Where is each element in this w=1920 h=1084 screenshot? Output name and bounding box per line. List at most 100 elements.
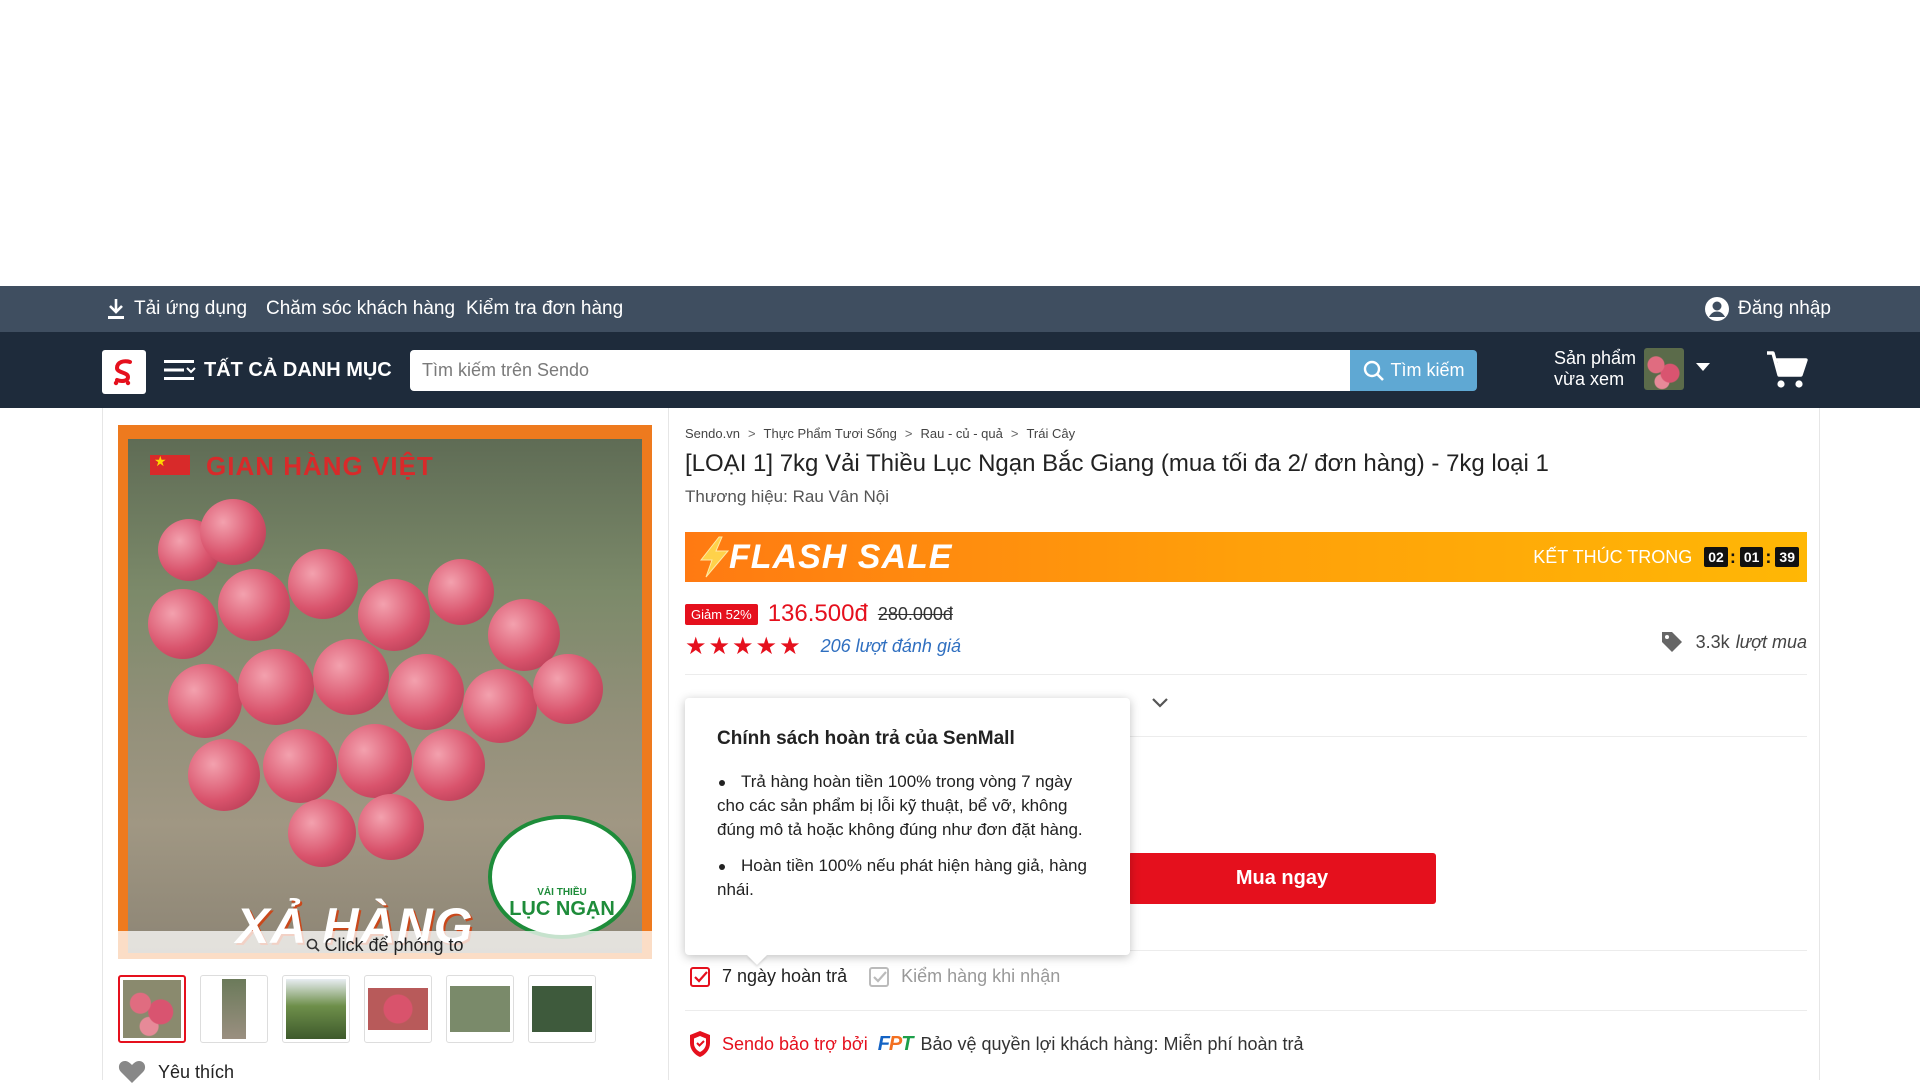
inspect-on-delivery-label: Kiểm hàng khi nhận: [901, 966, 1061, 986]
tooltip-title: Chính sách hoàn trả của SenMall: [717, 728, 1015, 749]
zoom-hint[interactable]: Click để phóng to: [118, 931, 652, 959]
flash-sale-label: FLASH SALE: [729, 538, 953, 576]
origin-seal: VẢI THIỀU LỤC NGẠN: [488, 815, 636, 939]
sold-unit: lượt mua: [1735, 631, 1807, 652]
rating-count-link[interactable]: 206 lượt đánh giá: [821, 636, 961, 657]
section-divider: [685, 1010, 1807, 1011]
thumbnail-2[interactable]: [200, 975, 268, 1043]
breadcrumb-separator: >: [904, 426, 913, 441]
countdown-colon: :: [1729, 546, 1736, 567]
policy-row: 7 ngày hoàn trả Kiểm hàng khi nhận: [690, 966, 1082, 987]
login-link[interactable]: Đăng nhập: [1704, 286, 1831, 332]
protection-row: Sendo bảo trợ bởi FPT Bảo vệ quyền lợi k…: [688, 1030, 1304, 1058]
all-categories-button[interactable]: TẤT CẢ DANH MỤC: [164, 348, 392, 392]
countdown-label: KẾT THÚC TRONG: [1533, 546, 1693, 567]
thumbnail-6[interactable]: [528, 975, 596, 1043]
countdown-colon: :: [1765, 546, 1772, 567]
discount-badge: Giảm 52%: [685, 603, 758, 625]
section-divider: [685, 674, 1807, 675]
checkbox-checked-icon: [690, 966, 710, 987]
recently-viewed-thumbnail[interactable]: [1644, 348, 1684, 390]
user-icon: [1705, 297, 1729, 321]
return-policy-tooltip: Chính sách hoàn trả của SenMall Trả hàng…: [685, 698, 1130, 955]
thumbnail-strip: [118, 975, 596, 1043]
checkbox-disabled-icon: [869, 966, 890, 987]
countdown-seconds: 39: [1775, 547, 1799, 567]
breadcrumb: Sendo.vn > Thực Phẩm Tươi Sống > Rau - c…: [685, 426, 1075, 441]
breadcrumb-item[interactable]: Trái Cây: [1026, 426, 1075, 441]
cart-icon[interactable]: [1766, 350, 1808, 395]
rating-row: ★★★★★ 206 lượt đánh giá: [685, 632, 961, 661]
thumbnail-3[interactable]: [282, 975, 350, 1043]
zoom-icon: [307, 938, 321, 952]
breadcrumb-item[interactable]: Thực Phẩm Tươi Sống: [764, 426, 897, 441]
lightning-icon: [699, 536, 730, 578]
download-app-label: Tải ứng dụng: [134, 298, 248, 319]
column-divider: [668, 408, 669, 1080]
sendo-logo-icon: [113, 359, 132, 386]
sold-number: 3.3k: [1695, 631, 1730, 652]
chevron-down-icon[interactable]: [1150, 696, 1170, 710]
customer-support-link[interactable]: Chăm sóc khách hàng: [266, 286, 455, 332]
product-title: [LOẠI 1] 7kg Vải Thiều Lục Ngạn Bắc Gian…: [685, 450, 1549, 477]
menu-icon: [164, 360, 196, 380]
product-main-image[interactable]: GIAN HÀNG VIỆT XẢ HÀNG VẢI THIỀU LỤC NGẠ…: [118, 425, 652, 959]
seal-line1: VẢI THIỀU: [537, 887, 587, 898]
sendo-logo[interactable]: [102, 350, 146, 394]
customer-support-label: Chăm sóc khách hàng: [266, 298, 456, 319]
fpt-logo: FPT: [877, 1032, 914, 1055]
search-button[interactable]: Tìm kiếm: [1350, 350, 1477, 391]
tooltip-item: Trả hàng hoàn tiền 100% trong vòng 7 ngà…: [717, 770, 1098, 842]
download-icon: [108, 299, 124, 319]
login-label: Đăng nhập: [1738, 298, 1831, 319]
recently-viewed-line2: vừa xem: [1554, 369, 1625, 389]
main-header: TẤT CẢ DANH MỤC Tìm kiếm Sản phẩm vừa xe…: [0, 332, 1920, 408]
tooltip-list: Trả hàng hoàn tiền 100% trong vòng 7 ngà…: [717, 770, 1098, 902]
price-row: Giảm 52% 136.500đ 280.000đ: [685, 600, 953, 628]
favorite-label: Yêu thích: [158, 1061, 235, 1082]
top-bar: Tải ứng dụng Chăm sóc khách hàng Kiểm tr…: [0, 286, 1920, 332]
flash-sale-banner: FLASH SALE KẾT THÚC TRONG 02 : 01 : 39: [685, 532, 1807, 582]
tag-icon: [1661, 632, 1682, 652]
sold-count: 3.3k lượt mua: [1660, 630, 1807, 654]
thumbnail-1[interactable]: [118, 975, 186, 1043]
vietnam-flag-icon: [150, 453, 190, 475]
countdown-hours: 02: [1704, 547, 1728, 567]
product-photo: GIAN HÀNG VIỆT XẢ HÀNG VẢI THIỀU LỤC NGẠ…: [128, 439, 642, 953]
sponsor-label: Sendo bảo trợ bởi: [722, 1033, 868, 1054]
favorite-button[interactable]: Yêu thích: [118, 1060, 234, 1084]
protection-text: Bảo vệ quyền lợi khách hàng: Miễn phí ho…: [920, 1033, 1304, 1054]
buy-now-label: Mua ngay: [1235, 867, 1329, 889]
tooltip-item: Hoàn tiền 100% nếu phát hiện hàng giả, h…: [717, 854, 1098, 902]
all-categories-label: TẤT CẢ DANH MỤC: [204, 358, 392, 381]
breadcrumb-separator: >: [747, 426, 756, 441]
chevron-down-icon[interactable]: [1696, 363, 1710, 371]
recently-viewed-label[interactable]: Sản phẩm vừa xem: [1554, 348, 1636, 390]
breadcrumb-separator: >: [1010, 426, 1019, 441]
banner-title: GIAN HÀNG VIỆT: [206, 451, 434, 481]
sale-price: 136.500đ: [767, 600, 868, 627]
search-icon: [1363, 360, 1384, 381]
heart-icon: [118, 1061, 146, 1083]
rating-stars: ★★★★★: [685, 633, 803, 660]
breadcrumb-item[interactable]: Sendo.vn: [685, 426, 740, 441]
seal-line2: LỤC NGẠN: [509, 898, 615, 920]
return-policy-item[interactable]: 7 ngày hoàn trả: [690, 966, 847, 987]
thumbnail-5[interactable]: [446, 975, 514, 1043]
return-policy-label: 7 ngày hoàn trả: [722, 966, 848, 986]
thumbnail-4[interactable]: [364, 975, 432, 1043]
order-check-label: Kiểm tra đơn hàng: [466, 298, 624, 319]
shield-icon: [690, 1031, 710, 1057]
buy-now-button[interactable]: Mua ngay: [1128, 853, 1436, 904]
product-brand[interactable]: Thương hiệu: Rau Vân Nội: [685, 487, 889, 507]
order-check-link[interactable]: Kiểm tra đơn hàng: [466, 286, 623, 332]
search-button-label: Tìm kiếm: [1390, 360, 1465, 380]
inspect-on-delivery-item[interactable]: Kiểm hàng khi nhận: [869, 966, 1060, 987]
zoom-hint-label: Click để phóng to: [324, 934, 464, 955]
countdown-minutes: 01: [1739, 547, 1764, 567]
download-app-link[interactable]: Tải ứng dụng: [106, 286, 247, 332]
recently-viewed-line1: Sản phẩm: [1554, 348, 1637, 368]
search-input[interactable]: [410, 350, 1350, 391]
flash-sale-countdown: KẾT THÚC TRONG 02 : 01 : 39: [1533, 532, 1799, 582]
breadcrumb-item[interactable]: Rau - củ - quả: [920, 426, 1002, 441]
